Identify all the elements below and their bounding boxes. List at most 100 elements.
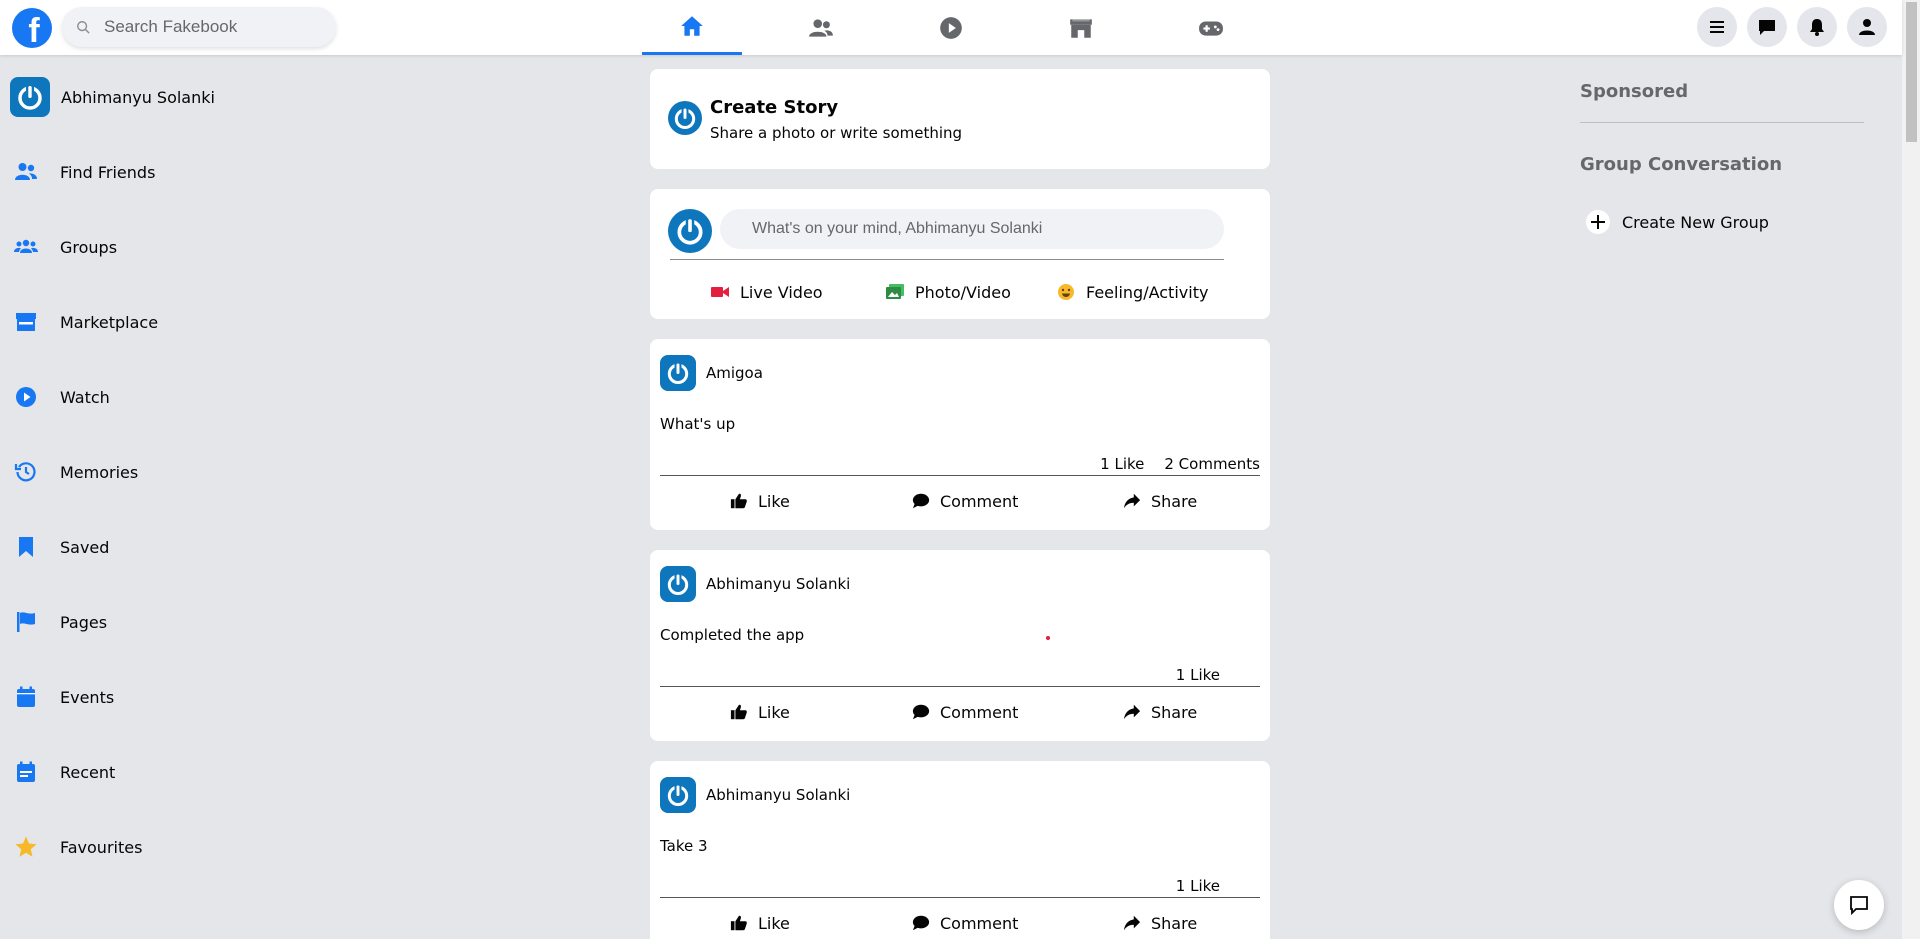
tab-home[interactable] (642, 0, 742, 55)
notifications-icon (1810, 19, 1824, 36)
create-story-card[interactable]: Create Story Share a photo or write some… (650, 69, 1270, 169)
like-count[interactable]: 1 Like (1176, 666, 1220, 684)
avatar (660, 777, 696, 813)
sponsored-heading: Sponsored (1580, 81, 1689, 102)
feeling-activity-label: Feeling/Activity (1086, 282, 1209, 302)
post-text: What's up (660, 415, 736, 433)
like-count[interactable]: 1 Like (1100, 455, 1144, 473)
share-icon (1123, 915, 1141, 931)
power-icon (667, 573, 689, 596)
like-button[interactable]: Like (730, 700, 790, 724)
post-text: Take 3 (660, 837, 708, 855)
thumbs-up-icon (730, 493, 747, 509)
sidebar-item-recent[interactable]: Recent (14, 750, 115, 794)
thumbs-up-icon (730, 704, 747, 720)
gaming-icon (1199, 21, 1223, 36)
sidebar-item-label: Memories (60, 462, 139, 482)
sidebar-item-saved[interactable]: Saved (14, 525, 109, 569)
post-stats: 1 Like 2 Comments (1100, 455, 1260, 473)
share-label: Share (1151, 913, 1198, 933)
live-video-button[interactable]: Live Video (710, 279, 823, 305)
search-input[interactable] (104, 17, 324, 37)
sidebar-item-pages[interactable]: Pages (14, 600, 107, 644)
comment-icon (912, 493, 930, 509)
post-card: Abhimanyu Solanki Completed the app 1 Li… (650, 550, 1270, 741)
create-new-group-button[interactable]: Create New Group (1586, 210, 1769, 234)
sidebar-item-events[interactable]: Events (14, 675, 114, 719)
comment-button[interactable]: Comment (912, 911, 1018, 935)
avatar (668, 101, 702, 135)
comment-button[interactable]: Comment (912, 700, 1018, 724)
sidebar-item-label: Watch (60, 387, 110, 407)
home-icon (681, 16, 703, 36)
sidebar-item-label: Pages (60, 612, 108, 632)
sidebar-item-favourites[interactable]: Favourites (14, 825, 142, 869)
sidebar-item-label: Marketplace (60, 312, 159, 332)
comment-label: Comment (940, 702, 1019, 722)
comment-button[interactable]: Comment (912, 489, 1018, 513)
messenger-button[interactable] (1747, 7, 1787, 47)
new-message-button[interactable] (1834, 880, 1884, 930)
post-author[interactable]: Abhimanyu Solanki (706, 786, 850, 804)
sidebar-item-label: Recent (60, 762, 116, 782)
like-button[interactable]: Like (730, 911, 790, 935)
share-icon (1123, 493, 1141, 509)
like-button[interactable]: Like (730, 489, 790, 513)
account-button[interactable] (1847, 7, 1887, 47)
sidebar-item-memories[interactable]: Memories (14, 450, 138, 494)
tab-marketplace[interactable] (1031, 0, 1131, 55)
post-card: Amigoa What's up 1 Like 2 Comments Like … (650, 339, 1270, 530)
whats-on-your-mind-input[interactable]: What's on your mind, Abhimanyu Solanki (720, 209, 1224, 249)
groups-icon (14, 239, 38, 253)
thumbs-up-icon (730, 915, 747, 931)
post-author[interactable]: Abhimanyu Solanki (706, 575, 850, 593)
tab-watch[interactable] (901, 0, 1001, 55)
account-icon (1859, 19, 1875, 35)
comment-icon (912, 915, 930, 931)
create-new-group-label: Create New Group (1622, 212, 1769, 232)
live-video-label: Live Video (740, 282, 823, 302)
comment-label: Comment (940, 491, 1019, 511)
red-dot (1046, 636, 1050, 640)
sidebar-item-label: Groups (60, 237, 118, 257)
comment-icon (912, 704, 930, 720)
like-label: Like (758, 702, 790, 722)
power-icon (18, 85, 42, 110)
menu-icon (1710, 21, 1724, 33)
sidebar-profile[interactable]: Abhimanyu Solanki (10, 75, 215, 119)
sidebar-item-marketplace[interactable]: Marketplace (14, 300, 158, 344)
divider (670, 259, 1224, 260)
post-stats: 1 Like (1176, 877, 1220, 895)
photo-video-label: Photo/Video (915, 282, 1011, 302)
share-button[interactable]: Share (1123, 489, 1197, 513)
avatar (668, 209, 712, 253)
sidebar-item-find-friends[interactable]: Find Friends (14, 150, 155, 194)
share-button[interactable]: Share (1123, 911, 1197, 935)
calendar-recent-icon (17, 761, 35, 782)
tab-gaming[interactable] (1161, 0, 1261, 55)
menu-button[interactable] (1697, 7, 1737, 47)
post-author[interactable]: Amigoa (706, 364, 763, 382)
sidebar-item-groups[interactable]: Groups (14, 225, 117, 269)
divider (660, 475, 1260, 476)
vertical-scrollbar[interactable] (1902, 0, 1920, 939)
notifications-button[interactable] (1797, 7, 1837, 47)
power-icon (674, 107, 696, 130)
search-box[interactable] (62, 7, 336, 47)
like-label: Like (758, 491, 790, 511)
divider (660, 686, 1260, 687)
photo-video-button[interactable]: Photo/Video (885, 279, 1011, 305)
like-count[interactable]: 1 Like (1176, 877, 1220, 895)
share-label: Share (1151, 702, 1198, 722)
comment-count[interactable]: 2 Comments (1164, 455, 1260, 473)
search-icon (77, 21, 90, 34)
feeling-activity-button[interactable]: Feeling/Activity (1056, 279, 1208, 305)
sidebar-profile-name: Abhimanyu Solanki (61, 87, 215, 107)
scrollbar-thumb[interactable] (1906, 2, 1917, 142)
calendar-icon (17, 686, 35, 707)
fakebook-logo-icon[interactable]: f (12, 8, 52, 48)
tab-friends[interactable] (771, 0, 871, 55)
share-button[interactable]: Share (1123, 700, 1197, 724)
flag-icon (17, 612, 35, 632)
sidebar-item-watch[interactable]: Watch (14, 375, 110, 419)
